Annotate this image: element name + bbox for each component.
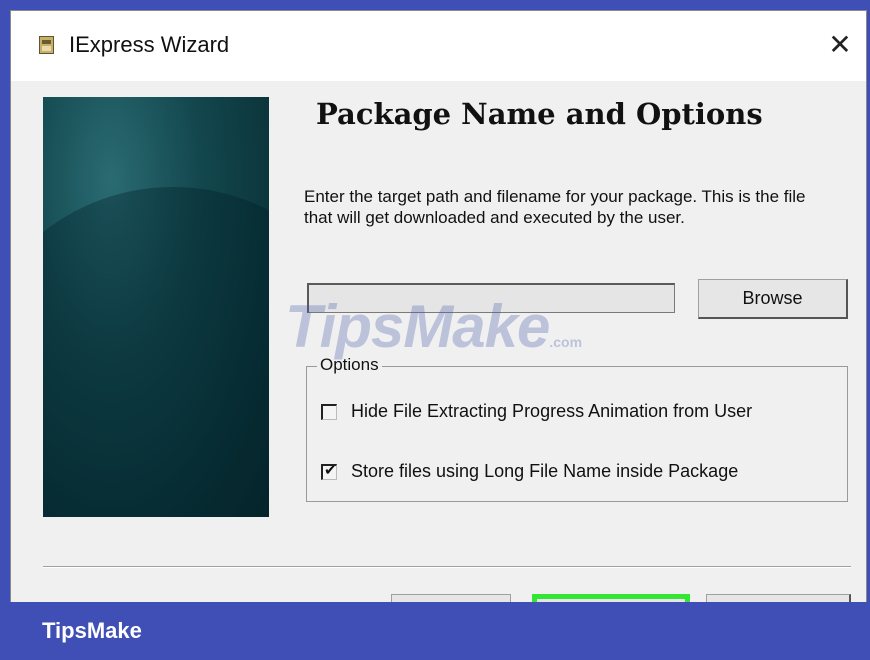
browse-button[interactable]: Browse [698,279,848,319]
window-title: IExpress Wizard [69,32,230,57]
option-label: Store files using Long File Name inside … [351,461,739,481]
brand-bar: TipsMake [0,602,870,660]
option-label: Hide File Extracting Progress Animation … [351,401,753,421]
hide-progress-checkbox[interactable] [321,403,337,420]
title-bar: IExpress Wizard ✕ [11,11,866,81]
wizard-window: IExpress Wizard ✕ Package Name and Optio… [10,10,867,604]
option-hide-progress-animation[interactable]: Hide File Extracting Progress Animation … [321,401,752,422]
footer-divider [43,566,851,568]
wizard-side-image [43,97,269,517]
close-button[interactable]: ✕ [822,27,858,63]
checkmark-icon: ✔ [324,461,337,479]
iexpress-app-icon [39,36,54,54]
long-file-name-checkbox[interactable]: ✔ [321,461,337,480]
brand-label: TipsMake [42,618,142,643]
option-long-file-name[interactable]: ✔ Store files using Long File Name insid… [321,461,738,482]
package-path-input[interactable] [307,283,675,313]
page-description: Enter the target path and filename for y… [304,187,806,227]
page-heading: Package Name and Options [316,97,763,131]
options-group: Options Hide File Extracting Progress An… [306,355,848,502]
options-legend: Options [317,355,382,375]
